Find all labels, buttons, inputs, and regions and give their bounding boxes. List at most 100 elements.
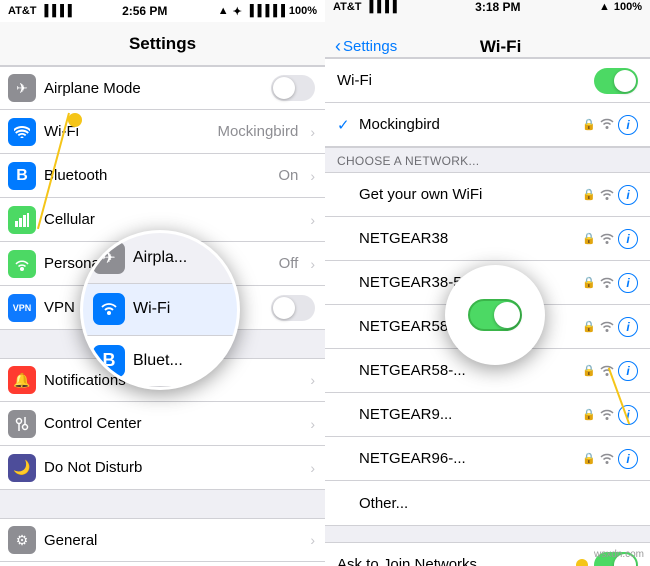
current-network-name: Mockingbird	[359, 116, 578, 133]
wifi-5	[600, 409, 614, 420]
network-name-0: Get your own WiFi	[359, 186, 578, 203]
wifi-main-row[interactable]: Wi-Fi	[325, 59, 650, 103]
info-1[interactable]: i	[618, 229, 638, 249]
right-title: Wi-Fi	[401, 37, 600, 57]
info-0[interactable]: i	[618, 185, 638, 205]
mag-airplane-label: Airpla...	[133, 249, 187, 267]
dnd-row[interactable]: 🌙 Do Not Disturb ›	[0, 446, 325, 490]
right-signal: ▐▐▐▐	[366, 1, 397, 13]
control-center-label: Control Center	[44, 415, 302, 432]
right-status-right: ▲ 100%	[599, 1, 642, 13]
general-row[interactable]: ⚙ General ›	[0, 518, 325, 562]
magnifier-right	[445, 265, 545, 365]
wifi-3	[600, 321, 614, 332]
network-icons-3: 🔒 i	[582, 317, 638, 337]
bluetooth-row[interactable]: B Bluetooth On ›	[0, 154, 325, 198]
lock-1: 🔒	[582, 232, 596, 245]
cellular-label: Cellular	[44, 211, 302, 228]
general-icon: ⚙	[8, 526, 36, 554]
control-center-icon	[8, 410, 36, 438]
cellular-chevron: ›	[310, 212, 315, 228]
left-status-bar: AT&T ▐▐▐▐ 2:56 PM ▲ ✦ ▐▐▐▐▐ 100%	[0, 0, 325, 22]
network-name-1: NETGEAR38	[359, 230, 578, 247]
network-icons-0: 🔒 i	[582, 185, 638, 205]
wifi-1	[600, 233, 614, 244]
mag-bluetooth-label: Bluet...	[133, 352, 183, 370]
airplane-toggle[interactable]	[271, 75, 315, 101]
control-center-row[interactable]: Control Center ›	[0, 402, 325, 446]
wifi-toggle[interactable]	[594, 68, 638, 94]
control-center-chevron: ›	[310, 416, 315, 432]
wifi-2	[600, 277, 614, 288]
info-4[interactable]: i	[618, 361, 638, 381]
general-chevron: ›	[310, 532, 315, 548]
battery-left: 100%	[289, 5, 317, 17]
wifi-signal-icon	[600, 117, 614, 132]
network-icons-1: 🔒 i	[582, 229, 638, 249]
network-row-0[interactable]: Get your own WiFi 🔒 i	[325, 173, 650, 217]
network-name-5: NETGEAR9...	[359, 406, 578, 423]
right-time: 3:18 PM	[475, 0, 520, 14]
status-right: ▲ ✦ ▐▐▐▐▐ 100%	[218, 5, 317, 18]
vpn-toggle[interactable]	[271, 295, 315, 321]
carrier-left: AT&T	[8, 5, 37, 17]
current-network-icons: 🔒 i	[582, 115, 638, 135]
network-icons-2: 🔒 i	[582, 273, 638, 293]
lock-icon: 🔒	[582, 118, 596, 131]
info-2[interactable]: i	[618, 273, 638, 293]
right-status-bar: AT&T ▐▐▐▐ 3:18 PM ▲ 100%	[325, 0, 650, 14]
bluetooth-icon: B	[8, 162, 36, 190]
right-wifi-icon: ▲	[599, 1, 610, 13]
network-name-other: Other...	[359, 495, 638, 512]
bluetooth-chevron: ›	[310, 168, 315, 184]
info-6[interactable]: i	[618, 449, 638, 469]
airplane-icon: ✈	[8, 74, 36, 102]
signal-icon: ▐▐▐▐	[41, 5, 72, 17]
lock-4: 🔒	[582, 364, 596, 377]
back-button[interactable]: ‹ Settings	[335, 36, 397, 57]
network-row-5[interactable]: NETGEAR9... 🔒 i	[325, 393, 650, 437]
right-battery: 100%	[614, 1, 642, 13]
mag-toggle-knob	[494, 302, 520, 328]
network-row-other[interactable]: Other...	[325, 481, 650, 525]
ask-join-label: Ask to Join Networks	[337, 556, 576, 566]
wifi-value: Mockingbird	[217, 123, 298, 140]
wifi-row[interactable]: Wi-Fi Mockingbird ›	[0, 110, 325, 154]
network-row-6[interactable]: NETGEAR96-... 🔒 i	[325, 437, 650, 481]
status-left: AT&T ▐▐▐▐	[8, 5, 72, 17]
notifications-chevron: ›	[310, 372, 315, 388]
lock-6: 🔒	[582, 452, 596, 465]
current-network-row[interactable]: ✓ Mockingbird 🔒 i	[325, 103, 650, 147]
wifi-status-icon: ▲	[218, 5, 229, 17]
general-label: General	[44, 532, 302, 549]
info-3[interactable]: i	[618, 317, 638, 337]
display-row[interactable]: ☀ Display & Brightness ›	[0, 562, 325, 566]
current-info-icon[interactable]: i	[618, 115, 638, 135]
network-name-6: NETGEAR96-...	[359, 450, 578, 467]
battery-icon: ▐▐▐▐▐	[246, 5, 285, 17]
right-panel: AT&T ▐▐▐▐ 3:18 PM ▲ 100% ‹ Settings Wi-F…	[325, 0, 650, 566]
left-panel: AT&T ▐▐▐▐ 2:56 PM ▲ ✦ ▐▐▐▐▐ 100% Setting…	[0, 0, 325, 566]
lock-3: 🔒	[582, 320, 596, 333]
wifi-toggle-knob	[614, 70, 636, 92]
right-carrier: AT&T	[333, 1, 362, 13]
mag-wifi-icon	[93, 293, 125, 325]
wifi-main-label: Wi-Fi	[337, 72, 594, 89]
left-title: Settings	[129, 34, 196, 54]
wifi-6	[600, 453, 614, 464]
lock-2: 🔒	[582, 276, 596, 289]
magnifier-content: ✈ Airpla... Wi-Fi B Bluet...	[83, 233, 237, 387]
time-left: 2:56 PM	[122, 4, 167, 18]
bluetooth-label: Bluetooth	[44, 167, 270, 184]
wifi-label: Wi-Fi	[44, 123, 209, 140]
network-name-4: NETGEAR58-...	[359, 362, 578, 379]
network-row-1[interactable]: NETGEAR38 🔒 i	[325, 217, 650, 261]
bluetooth-value: On	[278, 167, 298, 184]
vpn-icon: VPN	[8, 294, 36, 322]
wifi-row-icon	[8, 118, 36, 146]
mag-wifi-row: Wi-Fi	[83, 284, 237, 335]
airplane-row[interactable]: ✈ Airplane Mode	[0, 66, 325, 110]
mag-toggle	[468, 299, 522, 331]
cellular-icon	[8, 206, 36, 234]
vpn-toggle-knob	[273, 297, 295, 319]
